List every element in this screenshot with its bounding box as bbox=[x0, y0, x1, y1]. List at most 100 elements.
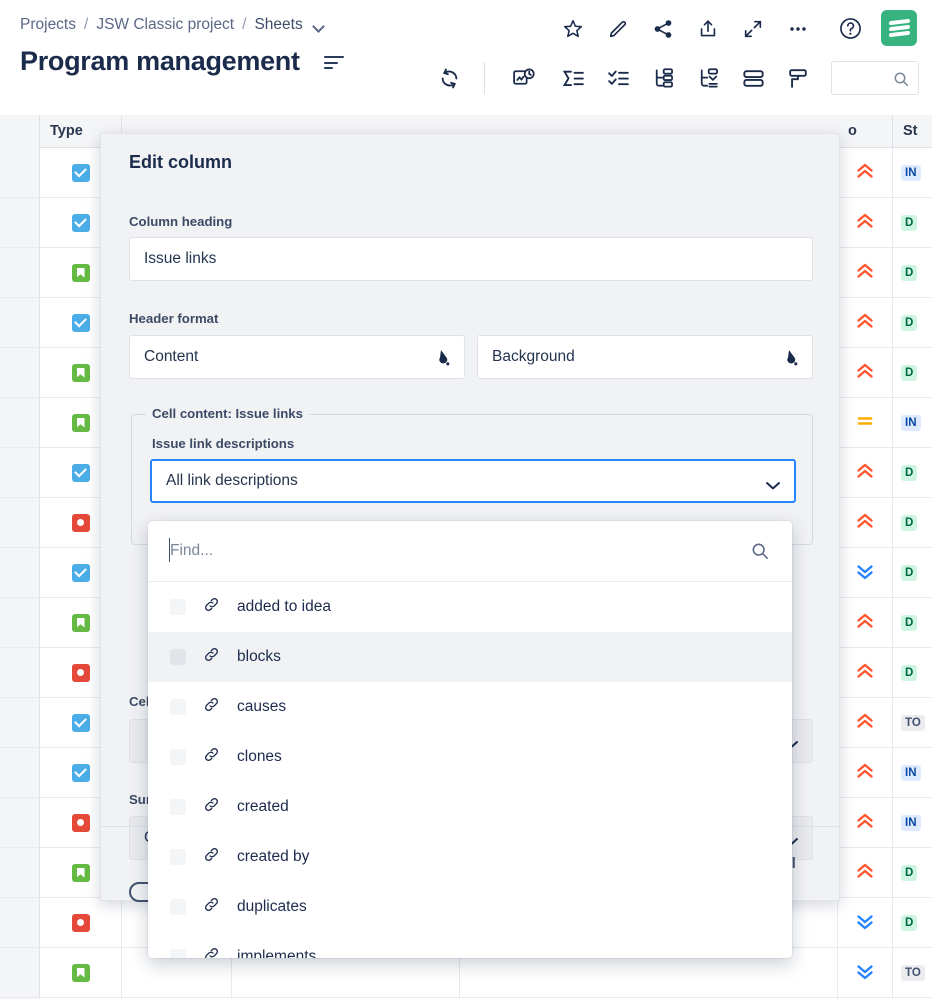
priority-high-icon bbox=[855, 761, 875, 785]
cell-priority[interactable] bbox=[838, 848, 893, 897]
row-select-cell[interactable] bbox=[0, 648, 40, 697]
search-input[interactable] bbox=[831, 61, 919, 95]
edit-pencil-icon[interactable] bbox=[605, 16, 631, 42]
fullscreen-icon[interactable] bbox=[740, 16, 766, 42]
row-select-header[interactable] bbox=[0, 115, 40, 148]
column-heading-input[interactable]: Issue links bbox=[129, 237, 813, 281]
cell-priority[interactable] bbox=[838, 498, 893, 547]
chevron-down-icon[interactable] bbox=[313, 20, 324, 31]
dropdown-option[interactable]: created by bbox=[148, 832, 792, 882]
row-select-cell[interactable] bbox=[0, 898, 40, 947]
breadcrumb-item-projects[interactable]: Projects bbox=[20, 16, 76, 34]
cell-priority[interactable] bbox=[838, 248, 893, 297]
cell-status[interactable]: D bbox=[893, 248, 932, 297]
dropdown-option[interactable]: added to idea bbox=[148, 582, 792, 632]
share-icon[interactable] bbox=[650, 16, 676, 42]
hierarchy-collapse-icon[interactable] bbox=[693, 63, 723, 93]
row-select-cell[interactable] bbox=[0, 748, 40, 797]
cell-type[interactable] bbox=[40, 898, 122, 947]
cell-status[interactable]: D bbox=[893, 898, 932, 947]
cell-status[interactable]: D bbox=[893, 448, 932, 497]
row-height-icon[interactable] bbox=[324, 56, 344, 74]
column-header-status[interactable]: St bbox=[893, 115, 932, 148]
cell-status[interactable]: D bbox=[893, 298, 932, 347]
header-content-format-button[interactable]: Content bbox=[129, 335, 465, 379]
row-select-cell[interactable] bbox=[0, 498, 40, 547]
row-select-cell[interactable] bbox=[0, 198, 40, 247]
cell-priority[interactable] bbox=[838, 648, 893, 697]
cell-priority[interactable] bbox=[838, 948, 893, 997]
cell-status[interactable]: D bbox=[893, 598, 932, 647]
dropdown-option[interactable]: clones bbox=[148, 732, 792, 782]
breadcrumb-item-sheets[interactable]: Sheets bbox=[254, 16, 302, 34]
cell-priority[interactable] bbox=[838, 298, 893, 347]
dropdown-option[interactable]: causes bbox=[148, 682, 792, 732]
row-select-cell[interactable] bbox=[0, 548, 40, 597]
cell-status[interactable]: D bbox=[893, 348, 932, 397]
cell-status[interactable]: D bbox=[893, 848, 932, 897]
paint-roller-icon[interactable] bbox=[783, 63, 813, 93]
cell-status[interactable]: D bbox=[893, 548, 932, 597]
rows-icon[interactable] bbox=[738, 63, 768, 93]
dropdown-search[interactable]: Find... bbox=[148, 521, 792, 582]
issue-link-descriptions-select[interactable]: All link descriptions bbox=[150, 459, 796, 503]
cell-priority[interactable] bbox=[838, 898, 893, 947]
cell-status[interactable]: IN bbox=[893, 748, 932, 797]
cell-priority[interactable] bbox=[838, 548, 893, 597]
chart-time-icon[interactable] bbox=[508, 63, 538, 93]
cell-status[interactable]: IN bbox=[893, 398, 932, 447]
cell-status[interactable]: IN bbox=[893, 148, 932, 197]
row-select-cell[interactable] bbox=[0, 598, 40, 647]
option-checkbox[interactable] bbox=[170, 649, 186, 665]
cell-priority[interactable] bbox=[838, 448, 893, 497]
option-checkbox[interactable] bbox=[170, 749, 186, 765]
row-select-cell[interactable] bbox=[0, 248, 40, 297]
cell-status[interactable]: TO bbox=[893, 698, 932, 747]
row-select-cell[interactable] bbox=[0, 798, 40, 847]
checklist-icon[interactable] bbox=[603, 63, 633, 93]
option-checkbox[interactable] bbox=[170, 849, 186, 865]
cell-priority[interactable] bbox=[838, 798, 893, 847]
option-checkbox[interactable] bbox=[170, 799, 186, 815]
row-select-cell[interactable] bbox=[0, 848, 40, 897]
cell-status[interactable]: D bbox=[893, 498, 932, 547]
cell-status[interactable]: TO bbox=[893, 948, 932, 997]
cell-status[interactable]: D bbox=[893, 198, 932, 247]
option-checkbox[interactable] bbox=[170, 699, 186, 715]
row-select-cell[interactable] bbox=[0, 148, 40, 197]
cell-priority[interactable] bbox=[838, 148, 893, 197]
sum-icon[interactable] bbox=[558, 63, 588, 93]
row-select-cell[interactable] bbox=[0, 298, 40, 347]
sheets-logo-icon[interactable] bbox=[881, 10, 917, 46]
more-options-icon[interactable] bbox=[785, 16, 811, 42]
row-select-cell[interactable] bbox=[0, 698, 40, 747]
dropdown-option[interactable]: implements bbox=[148, 932, 792, 958]
column-header-priority[interactable]: o bbox=[838, 115, 893, 148]
option-checkbox[interactable] bbox=[170, 899, 186, 915]
cell-priority[interactable] bbox=[838, 198, 893, 247]
refresh-icon[interactable] bbox=[434, 63, 464, 93]
cell-priority[interactable] bbox=[838, 348, 893, 397]
option-checkbox[interactable] bbox=[170, 599, 186, 615]
header-background-format-button[interactable]: Background bbox=[477, 335, 813, 379]
dropdown-option[interactable]: blocks bbox=[148, 632, 792, 682]
hierarchy-icon[interactable] bbox=[648, 63, 678, 93]
help-icon[interactable] bbox=[836, 14, 864, 42]
row-select-cell[interactable] bbox=[0, 398, 40, 447]
row-select-cell[interactable] bbox=[0, 348, 40, 397]
cell-priority[interactable] bbox=[838, 748, 893, 797]
export-icon[interactable] bbox=[695, 16, 721, 42]
cell-priority[interactable] bbox=[838, 698, 893, 747]
star-icon[interactable] bbox=[560, 16, 586, 42]
cell-type[interactable] bbox=[40, 948, 122, 997]
row-select-cell[interactable] bbox=[0, 448, 40, 497]
cell-status[interactable]: IN bbox=[893, 798, 932, 847]
cell-priority[interactable] bbox=[838, 398, 893, 447]
cell-status[interactable]: D bbox=[893, 648, 932, 697]
option-checkbox[interactable] bbox=[170, 949, 186, 958]
dropdown-option[interactable]: duplicates bbox=[148, 882, 792, 932]
breadcrumb-item-project[interactable]: JSW Classic project bbox=[96, 16, 234, 34]
dropdown-option[interactable]: created bbox=[148, 782, 792, 832]
cell-priority[interactable] bbox=[838, 598, 893, 647]
row-select-cell[interactable] bbox=[0, 948, 40, 997]
